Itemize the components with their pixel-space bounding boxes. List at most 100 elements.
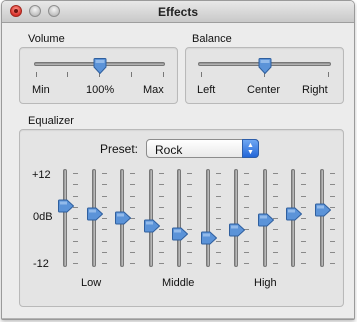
eq-band-tick [301, 196, 306, 197]
eq-band-tick [159, 207, 164, 208]
eq-band-tick [273, 196, 278, 197]
eq-band-tick [244, 252, 249, 253]
eq-band-tick [187, 196, 192, 197]
eq-band-thumb[interactable] [172, 227, 188, 241]
eq-band-tick [187, 252, 192, 253]
eq-band-thumb[interactable] [286, 207, 302, 221]
eq-band-tick [187, 184, 192, 185]
eq-band-tick [73, 252, 78, 253]
eq-band-tick [130, 252, 135, 253]
eq-high-label: High [254, 277, 277, 289]
eq-band-thumb[interactable] [144, 219, 160, 233]
eq-band-tick [159, 241, 164, 242]
eq-band-tick [187, 241, 192, 242]
volume-group: Min 100% Max [19, 47, 178, 104]
eq-band-tick [273, 207, 278, 208]
eq-band-tick [330, 196, 335, 197]
eq-band-thumb[interactable] [87, 207, 103, 221]
preset-popup[interactable]: Rock ▲ ▼ [146, 139, 259, 158]
eq-band-tick [159, 263, 164, 264]
volume-tick [131, 72, 132, 77]
eq-band-tick [159, 173, 164, 174]
eq-band-tick [301, 241, 306, 242]
eq-band-tick [216, 196, 221, 197]
volume-value-label: 100% [86, 84, 115, 96]
volume-label: Volume [28, 33, 65, 45]
eq-band-tick [244, 173, 249, 174]
eq-band-tick [187, 218, 192, 219]
eq-band-tick [187, 263, 192, 264]
eq-band-tick [130, 229, 135, 230]
title-bar[interactable]: Effects [2, 1, 354, 23]
eq-band-tick [244, 218, 249, 219]
eq-band-tick [244, 196, 249, 197]
eq-band-tick [130, 184, 135, 185]
eq-band-thumb[interactable] [58, 199, 74, 213]
balance-left-label: Left [197, 84, 216, 96]
eq-band-tick [301, 252, 306, 253]
volume-min-label: Min [32, 84, 50, 96]
eq-band-thumb[interactable] [115, 211, 131, 225]
balance-right-label: Right [302, 84, 328, 96]
eq-band-tick [102, 173, 107, 174]
eq-band-tick [244, 184, 249, 185]
eq-band-thumb[interactable] [229, 223, 245, 237]
eq-band-tick [273, 184, 278, 185]
eq-band-tick [330, 173, 335, 174]
eq-band-track[interactable] [320, 169, 324, 267]
eq-band-tick [273, 229, 278, 230]
eq-band-thumb[interactable] [315, 203, 331, 217]
eq-band-tick [273, 263, 278, 264]
eq-band-tick [102, 196, 107, 197]
eq-band-tick [187, 173, 192, 174]
eq-band-tick [73, 184, 78, 185]
eq-band-track[interactable] [206, 169, 210, 267]
eq-band-tick [130, 196, 135, 197]
eq-band-tick [102, 241, 107, 242]
balance-center-label: Center [247, 84, 281, 96]
eq-band-tick [273, 241, 278, 242]
eq-band-tick [130, 207, 135, 208]
eq-band-tick [330, 263, 335, 264]
eq-band-tick [216, 229, 221, 230]
balance-group: Left Center Right [185, 47, 344, 104]
eq-scale-top-label: +12 [32, 169, 51, 181]
volume-slider-thumb[interactable] [93, 58, 107, 74]
eq-band-tick [330, 241, 335, 242]
eq-band-thumb[interactable] [201, 231, 217, 245]
eq-band-tick [330, 218, 335, 219]
preset-label: Preset: [100, 142, 139, 156]
eq-scale-mid-label: 0dB [33, 211, 53, 223]
eq-band-tick [159, 184, 164, 185]
eq-band-tick [330, 229, 335, 230]
eq-band-track[interactable] [177, 169, 181, 267]
eq-band-tick [130, 263, 135, 264]
eq-band-tick [73, 263, 78, 264]
eq-band-tick [73, 173, 78, 174]
window-title: Effects [157, 5, 198, 19]
eq-band-tick [216, 173, 221, 174]
eq-band-tick [244, 207, 249, 208]
balance-tick [328, 72, 329, 77]
eq-band-tick [330, 252, 335, 253]
eq-band-tick [102, 252, 107, 253]
eq-band-tick [301, 173, 306, 174]
eq-band-thumb[interactable] [258, 213, 274, 227]
eq-band-tick [216, 207, 221, 208]
eq-band-tick [73, 196, 78, 197]
eq-band-tick [273, 173, 278, 174]
eq-band-tick [330, 184, 335, 185]
eq-band-track[interactable] [149, 169, 153, 267]
eq-band-tick [73, 229, 78, 230]
eq-band-tick [130, 241, 135, 242]
eq-band-tick [102, 184, 107, 185]
eq-band-track[interactable] [234, 169, 238, 267]
volume-tick [163, 72, 164, 77]
eq-band-tick [102, 263, 107, 264]
eq-band-tick [244, 263, 249, 264]
balance-slider-thumb[interactable] [258, 58, 272, 74]
eq-band-tick [187, 207, 192, 208]
eq-band-track[interactable] [63, 169, 67, 267]
volume-tick [67, 72, 68, 77]
eq-band-tick [73, 218, 78, 219]
